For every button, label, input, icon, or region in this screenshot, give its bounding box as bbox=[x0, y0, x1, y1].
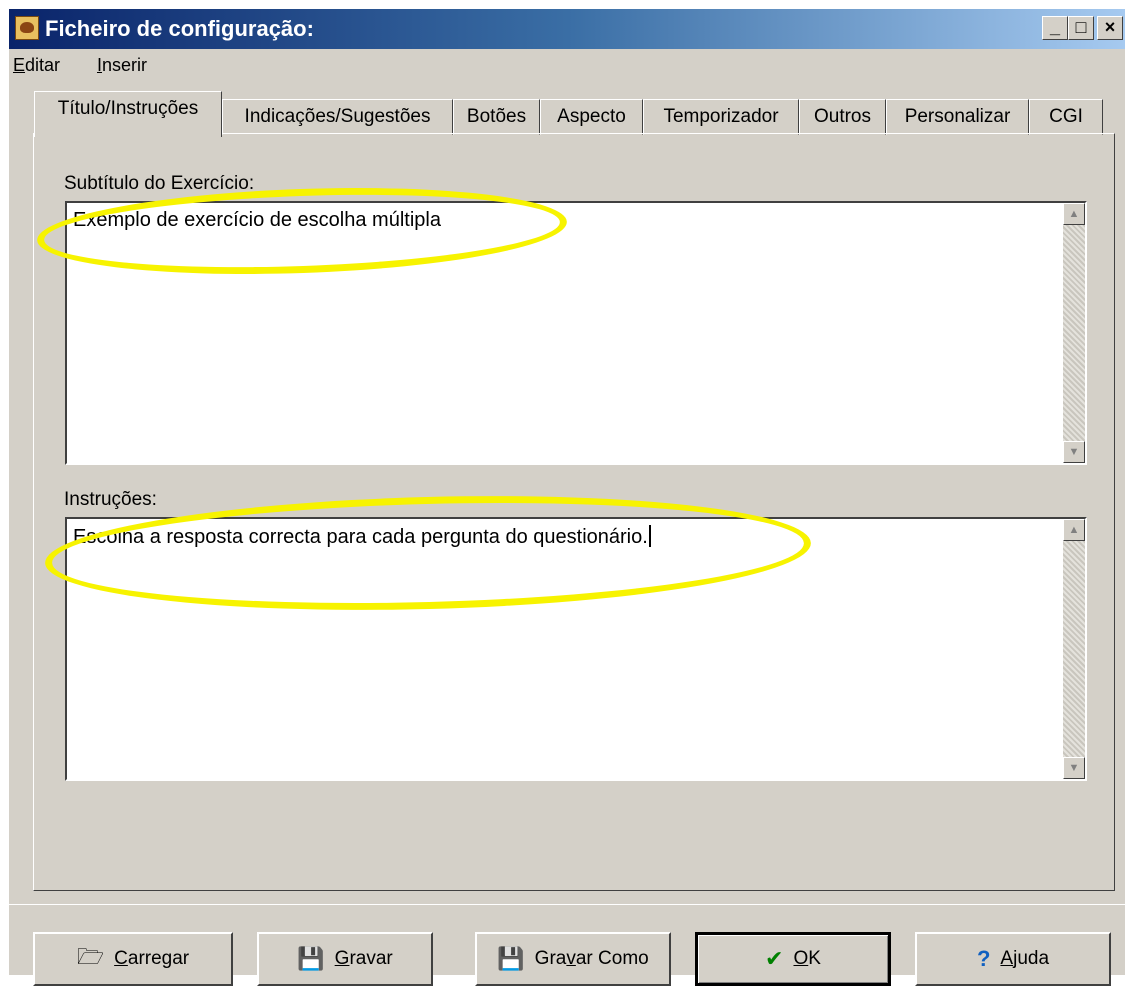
carregar-label: Carregar bbox=[114, 948, 190, 969]
config-window: Ficheiro de configuração: _ □ × Editar I… bbox=[8, 8, 1125, 986]
tab-indicacoes-sugestoes[interactable]: Indicações/Sugestões bbox=[222, 99, 453, 135]
gravar-label: Gravar bbox=[334, 948, 393, 969]
ok-button[interactable]: ✔ OK bbox=[695, 932, 891, 986]
subtitle-scrollbar[interactable]: ▲ ▼ bbox=[1063, 203, 1085, 463]
button-bar: 🗁 Carregar 💾 Gravar 💾 Gravar Como ✔ OK ?… bbox=[9, 904, 1125, 986]
tab-temporizador[interactable]: Temporizador bbox=[643, 99, 799, 135]
gravar-button[interactable]: 💾 Gravar bbox=[257, 932, 433, 986]
scroll-up-icon[interactable]: ▲ bbox=[1063, 519, 1085, 541]
subtitle-field[interactable]: Exemplo de exercício de escolha múltipla… bbox=[65, 201, 1087, 465]
carregar-button[interactable]: 🗁 Carregar bbox=[33, 932, 233, 986]
subtitle-label: Subtítulo do Exercício: bbox=[64, 173, 255, 194]
scroll-up-icon[interactable]: ▲ bbox=[1063, 203, 1085, 225]
title-bar[interactable]: Ficheiro de configuração: _ □ × bbox=[9, 9, 1125, 49]
tab-botoes[interactable]: Botões bbox=[453, 99, 540, 135]
gravar-como-label: Gravar Como bbox=[534, 948, 649, 969]
app-icon bbox=[15, 16, 39, 40]
ok-label: OK bbox=[793, 948, 821, 969]
instructions-text: Escolha a resposta correcta para cada pe… bbox=[73, 525, 651, 549]
ajuda-button[interactable]: ? Ajuda bbox=[915, 932, 1111, 986]
tab-personalizar[interactable]: Personalizar bbox=[886, 99, 1029, 135]
tab-cgi[interactable]: CGI bbox=[1029, 99, 1103, 135]
checkmark-icon: ✔ bbox=[765, 946, 784, 971]
tab-titulo-instrucoes[interactable]: Título/Instruções bbox=[34, 91, 222, 137]
tab-outros[interactable]: Outros bbox=[799, 99, 886, 135]
open-folder-icon: 🗁 bbox=[76, 944, 105, 969]
help-question-icon: ? bbox=[976, 946, 991, 971]
window-title: Ficheiro de configuração: bbox=[45, 16, 314, 41]
minimize-button[interactable]: _ bbox=[1042, 16, 1068, 40]
text-caret bbox=[648, 525, 651, 547]
scroll-down-icon[interactable]: ▼ bbox=[1063, 441, 1085, 463]
instructions-scrollbar[interactable]: ▲ ▼ bbox=[1063, 519, 1085, 779]
instructions-field[interactable]: Escolha a resposta correcta para cada pe… bbox=[65, 517, 1087, 781]
gravar-como-button[interactable]: 💾 Gravar Como bbox=[475, 932, 671, 986]
menu-inserir-label: nserir bbox=[102, 55, 148, 75]
maximize-button[interactable]: □ bbox=[1068, 16, 1094, 40]
instructions-value: Escolha a resposta correcta para cada pe… bbox=[73, 526, 648, 548]
scroll-down-icon[interactable]: ▼ bbox=[1063, 757, 1085, 779]
save-disk-icon: 💾 bbox=[297, 946, 325, 971]
close-button[interactable]: × bbox=[1097, 16, 1123, 40]
menu-editar-accel: E bbox=[13, 55, 26, 75]
menu-inserir[interactable]: Inserir bbox=[97, 55, 147, 76]
subtitle-text: Exemplo de exercício de escolha múltipla bbox=[73, 209, 441, 231]
instructions-label: Instruções: bbox=[64, 489, 157, 510]
tab-strip: Título/Instruções Indicações/Sugestões B… bbox=[9, 91, 1125, 137]
tab-aspecto[interactable]: Aspecto bbox=[540, 99, 643, 135]
menu-editar[interactable]: Editar bbox=[13, 55, 60, 76]
save-as-icon: 💾 bbox=[497, 946, 525, 971]
menu-editar-label: ditar bbox=[25, 55, 61, 75]
ajuda-label: Ajuda bbox=[1000, 948, 1050, 969]
